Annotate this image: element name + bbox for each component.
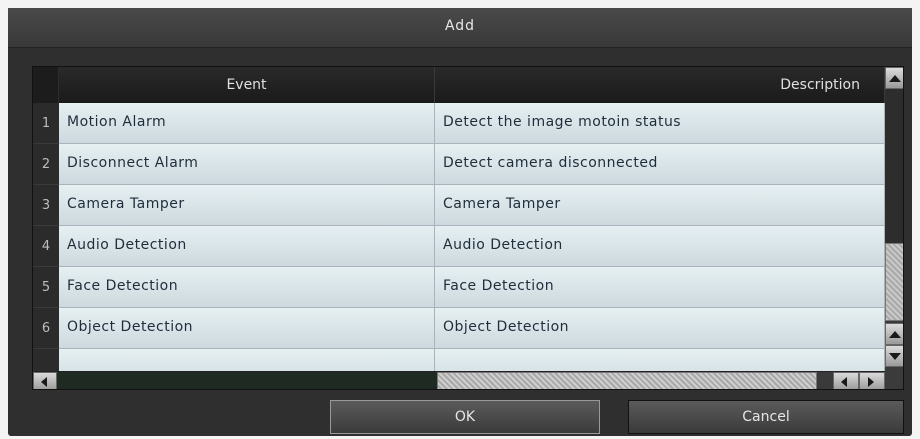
event-cell[interactable]: Camera Tamper — [59, 185, 435, 226]
event-cell[interactable]: Audio Detection — [59, 226, 435, 267]
description-cell[interactable]: Object Detection — [435, 308, 885, 349]
description-cell[interactable]: Detect camera disconnected — [435, 144, 885, 185]
vertical-scrollbar[interactable] — [885, 67, 903, 389]
row-number: 1 — [33, 103, 59, 144]
table-row[interactable]: 6 Object Detection Object Detection — [33, 308, 885, 349]
triangle-up-icon — [889, 331, 901, 338]
column-header-description[interactable]: Description — [435, 67, 885, 103]
dialog-titlebar: Add — [8, 8, 912, 48]
cancel-button[interactable]: Cancel — [628, 400, 904, 434]
table-row[interactable]: 3 Camera Tamper Camera Tamper — [33, 185, 885, 226]
description-cell[interactable]: Detect the image motoin status — [435, 103, 885, 144]
scroll-left-button[interactable] — [33, 372, 57, 389]
dialog-title: Add — [444, 18, 476, 34]
triangle-left-icon — [41, 377, 47, 387]
description-cell[interactable]: Camera Tamper — [435, 185, 885, 226]
table-header: Event Description — [33, 67, 885, 103]
scroll-up-step-button[interactable] — [885, 323, 903, 345]
row-number: 2 — [33, 144, 59, 185]
scroll-left-small-button[interactable] — [833, 372, 859, 389]
triangle-down-icon — [889, 353, 901, 360]
table-row[interactable]: 4 Audio Detection Audio Detection — [33, 226, 885, 267]
add-event-dialog: Add Event Description 1 Motion Alarm Det… — [8, 8, 912, 436]
event-cell[interactable]: Motion Alarm — [59, 103, 435, 144]
description-cell[interactable]: Face Detection — [435, 267, 885, 308]
triangle-up-icon — [889, 75, 901, 82]
table-row[interactable]: 5 Face Detection Face Detection — [33, 267, 885, 308]
horizontal-scrollbar[interactable] — [33, 371, 885, 389]
row-number: 3 — [33, 185, 59, 226]
scroll-up-button[interactable] — [885, 67, 903, 89]
event-cell[interactable]: Disconnect Alarm — [59, 144, 435, 185]
row-number: 6 — [33, 308, 59, 349]
event-cell[interactable]: Object Detection — [59, 308, 435, 349]
vertical-scroll-thumb[interactable] — [885, 243, 903, 321]
triangle-right-icon — [868, 377, 874, 387]
table-row[interactable]: 1 Motion Alarm Detect the image motoin s… — [33, 103, 885, 144]
column-header-event[interactable]: Event — [59, 67, 435, 103]
table-row[interactable]: 2 Disconnect Alarm Detect camera disconn… — [33, 144, 885, 185]
header-corner — [33, 67, 59, 103]
horizontal-scroll-track[interactable] — [57, 372, 437, 389]
row-number: 4 — [33, 226, 59, 267]
scroll-right-button[interactable] — [859, 372, 885, 389]
horizontal-scroll-thumb[interactable] — [437, 372, 817, 389]
event-cell[interactable]: Face Detection — [59, 267, 435, 308]
triangle-left-icon — [841, 377, 847, 387]
row-number: 5 — [33, 267, 59, 308]
horizontal-scroll-buttons — [833, 372, 885, 389]
scroll-down-button[interactable] — [885, 345, 903, 367]
ok-button[interactable]: OK — [330, 400, 600, 434]
event-table: Event Description 1 Motion Alarm Detect … — [32, 66, 904, 390]
description-cell[interactable]: Audio Detection — [435, 226, 885, 267]
